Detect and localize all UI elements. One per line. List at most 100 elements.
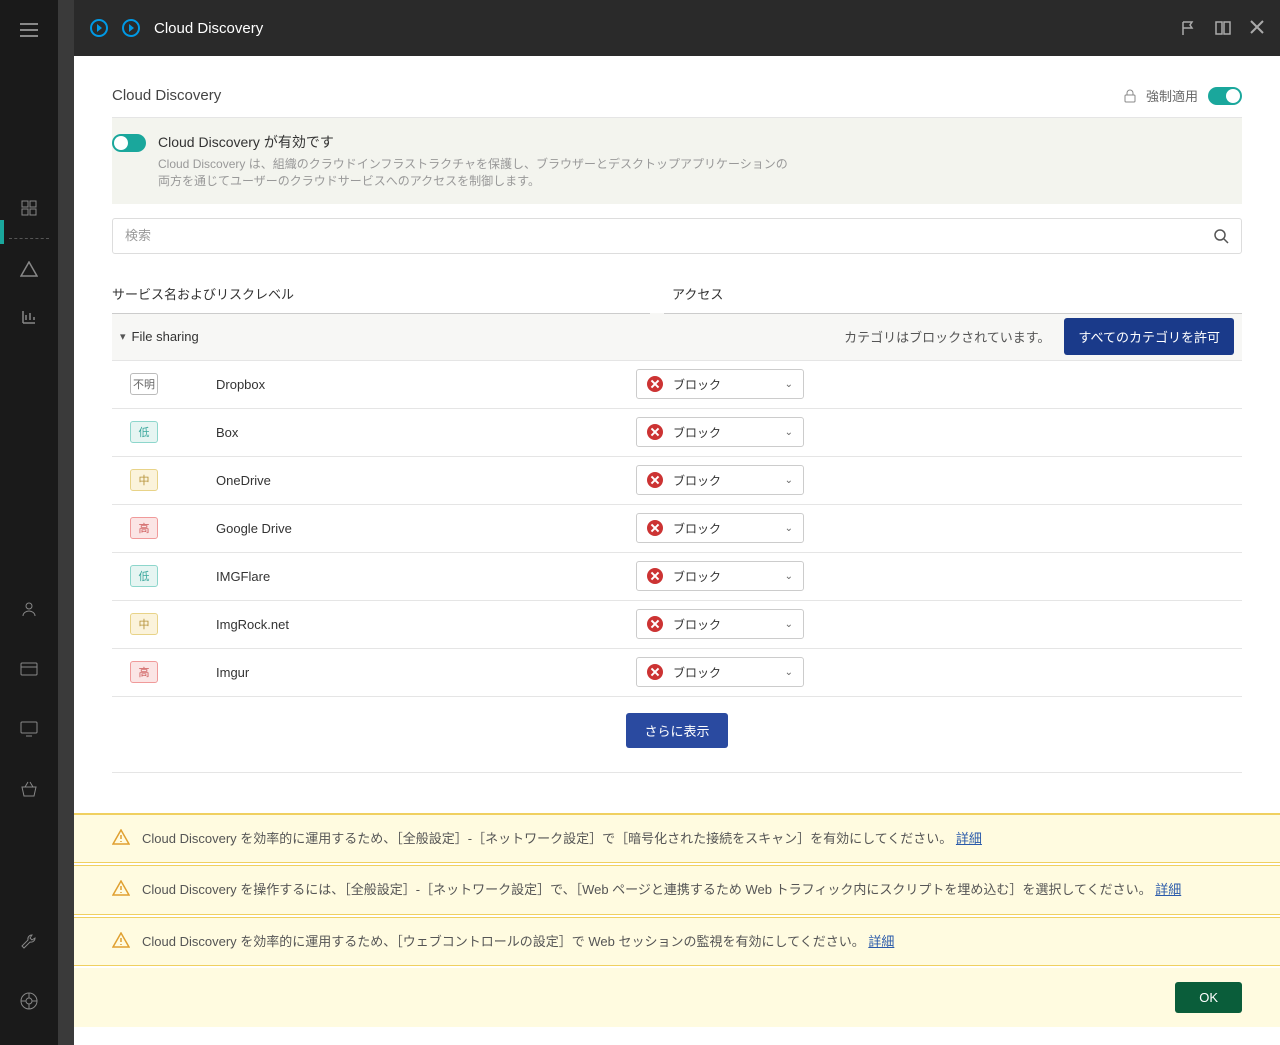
service-name: IMGFlare bbox=[216, 569, 636, 584]
search-input[interactable] bbox=[125, 228, 1213, 243]
chevron-down-icon: ⌄ bbox=[785, 619, 793, 630]
search-box[interactable] bbox=[112, 218, 1242, 254]
dashboard-icon[interactable] bbox=[0, 184, 58, 232]
block-icon bbox=[647, 520, 663, 536]
table-row: 高Google Driveブロック⌄ bbox=[112, 505, 1242, 553]
search-icon[interactable] bbox=[1213, 228, 1229, 244]
enforce-toggle[interactable] bbox=[1208, 87, 1242, 105]
service-name: ImgRock.net bbox=[216, 617, 636, 632]
access-select[interactable]: ブロック⌄ bbox=[636, 609, 804, 639]
access-label: ブロック bbox=[673, 520, 785, 537]
risk-badge: 低 bbox=[130, 421, 158, 443]
category-name: File sharing bbox=[132, 329, 199, 344]
chevron-down-icon: ⌄ bbox=[785, 427, 793, 438]
details-link[interactable]: 詳細 bbox=[868, 934, 894, 949]
info-desc: Cloud Discovery は、組織のクラウドインフラストラクチャを保護し、… bbox=[158, 156, 798, 190]
breadcrumb-icon[interactable] bbox=[122, 19, 140, 37]
warning-banner: Cloud Discovery を効率的に運用するため、［ウェブコントロールの設… bbox=[74, 917, 1280, 967]
warning-icon bbox=[112, 829, 130, 845]
hamburger-icon[interactable] bbox=[0, 6, 58, 54]
block-icon bbox=[647, 664, 663, 680]
service-name: Imgur bbox=[216, 665, 636, 680]
chevron-down-icon: ⌄ bbox=[785, 523, 793, 534]
allow-all-button[interactable]: すべてのカテゴリを許可 bbox=[1064, 318, 1234, 355]
table-row: 低Boxブロック⌄ bbox=[112, 409, 1242, 457]
chevron-down-icon[interactable]: ▾ bbox=[120, 330, 126, 343]
warning-text: Cloud Discovery を効率的に運用するため、［全般設定］-［ネットワ… bbox=[142, 829, 982, 849]
lock-icon bbox=[1124, 89, 1136, 103]
block-icon bbox=[647, 568, 663, 584]
table-row: 不明Dropboxブロック⌄ bbox=[112, 361, 1242, 409]
block-icon bbox=[647, 424, 663, 440]
column-header-name: サービス名およびリスクレベル bbox=[112, 284, 650, 314]
details-link[interactable]: 詳細 bbox=[1155, 882, 1181, 897]
table-row: 高Imgurブロック⌄ bbox=[112, 649, 1242, 697]
flag-icon[interactable] bbox=[1180, 20, 1196, 36]
risk-badge: 高 bbox=[130, 517, 158, 539]
wrench-icon[interactable] bbox=[0, 917, 58, 965]
warning-banner: Cloud Discovery を効率的に運用するため、［全般設定］-［ネットワ… bbox=[74, 813, 1280, 864]
details-link[interactable]: 詳細 bbox=[956, 831, 982, 846]
basket-icon[interactable] bbox=[0, 765, 58, 813]
risk-badge: 不明 bbox=[130, 373, 158, 395]
risk-badge: 高 bbox=[130, 661, 158, 683]
access-select[interactable]: ブロック⌄ bbox=[636, 657, 804, 687]
chevron-down-icon: ⌄ bbox=[785, 379, 793, 390]
monitor-icon[interactable] bbox=[0, 705, 58, 753]
access-label: ブロック bbox=[673, 664, 785, 681]
block-icon bbox=[647, 472, 663, 488]
service-name: Dropbox bbox=[216, 377, 636, 392]
user-icon[interactable] bbox=[0, 585, 58, 633]
warning-icon bbox=[112, 880, 130, 896]
warning-text: Cloud Discovery を操作するには、［全般設定］-［ネットワーク設定… bbox=[142, 880, 1181, 900]
rail-divider bbox=[9, 238, 49, 239]
titlebar: Cloud Discovery bbox=[74, 0, 1280, 56]
chart-icon[interactable] bbox=[0, 293, 58, 341]
chevron-down-icon: ⌄ bbox=[785, 667, 793, 678]
show-more-button[interactable]: さらに表示 bbox=[626, 713, 727, 748]
access-select[interactable]: ブロック⌄ bbox=[636, 417, 804, 447]
service-name: Google Drive bbox=[216, 521, 636, 536]
access-label: ブロック bbox=[673, 472, 785, 489]
window-title: Cloud Discovery bbox=[154, 20, 263, 37]
chevron-down-icon: ⌄ bbox=[785, 571, 793, 582]
card-icon[interactable] bbox=[0, 645, 58, 693]
table-row: 中ImgRock.netブロック⌄ bbox=[112, 601, 1242, 649]
page-title: Cloud Discovery bbox=[112, 87, 221, 104]
chevron-down-icon: ⌄ bbox=[785, 475, 793, 486]
access-select[interactable]: ブロック⌄ bbox=[636, 561, 804, 591]
close-icon[interactable] bbox=[1250, 20, 1264, 36]
category-row[interactable]: ▾ File sharing カテゴリはブロックされています。 すべてのカテゴリ… bbox=[112, 313, 1242, 361]
warning-banner: Cloud Discovery を操作するには、［全般設定］-［ネットワーク設定… bbox=[74, 865, 1280, 915]
warning-text: Cloud Discovery を効率的に運用するため、［ウェブコントロールの設… bbox=[142, 932, 894, 952]
warning-icon bbox=[112, 932, 130, 948]
access-label: ブロック bbox=[673, 376, 785, 393]
access-select[interactable]: ブロック⌄ bbox=[636, 465, 804, 495]
category-status: カテゴリはブロックされています。 bbox=[844, 327, 1050, 346]
enforce-label: 強制適用 bbox=[1146, 86, 1198, 105]
support-icon[interactable] bbox=[0, 977, 58, 1025]
service-name: OneDrive bbox=[216, 473, 636, 488]
sub-rail bbox=[58, 0, 74, 1045]
access-label: ブロック bbox=[673, 424, 785, 441]
service-name: Box bbox=[216, 425, 636, 440]
access-select[interactable]: ブロック⌄ bbox=[636, 369, 804, 399]
book-icon[interactable] bbox=[1214, 20, 1232, 36]
access-label: ブロック bbox=[673, 616, 785, 633]
table-row: 中OneDriveブロック⌄ bbox=[112, 457, 1242, 505]
access-select[interactable]: ブロック⌄ bbox=[636, 513, 804, 543]
table-row: 低IMGFlareブロック⌄ bbox=[112, 553, 1242, 601]
block-icon bbox=[647, 376, 663, 392]
risk-badge: 低 bbox=[130, 565, 158, 587]
enable-toggle[interactable] bbox=[112, 134, 146, 152]
rail-active-marker bbox=[0, 220, 4, 244]
alert-icon[interactable] bbox=[0, 245, 58, 293]
info-title: Cloud Discovery が有効です bbox=[158, 132, 798, 152]
risk-badge: 中 bbox=[130, 613, 158, 635]
left-rail bbox=[0, 0, 58, 1045]
block-icon bbox=[647, 616, 663, 632]
column-header-access: アクセス bbox=[664, 284, 1242, 314]
breadcrumb-icon[interactable] bbox=[90, 19, 108, 37]
access-label: ブロック bbox=[673, 568, 785, 585]
ok-button[interactable]: OK bbox=[1175, 982, 1242, 1013]
